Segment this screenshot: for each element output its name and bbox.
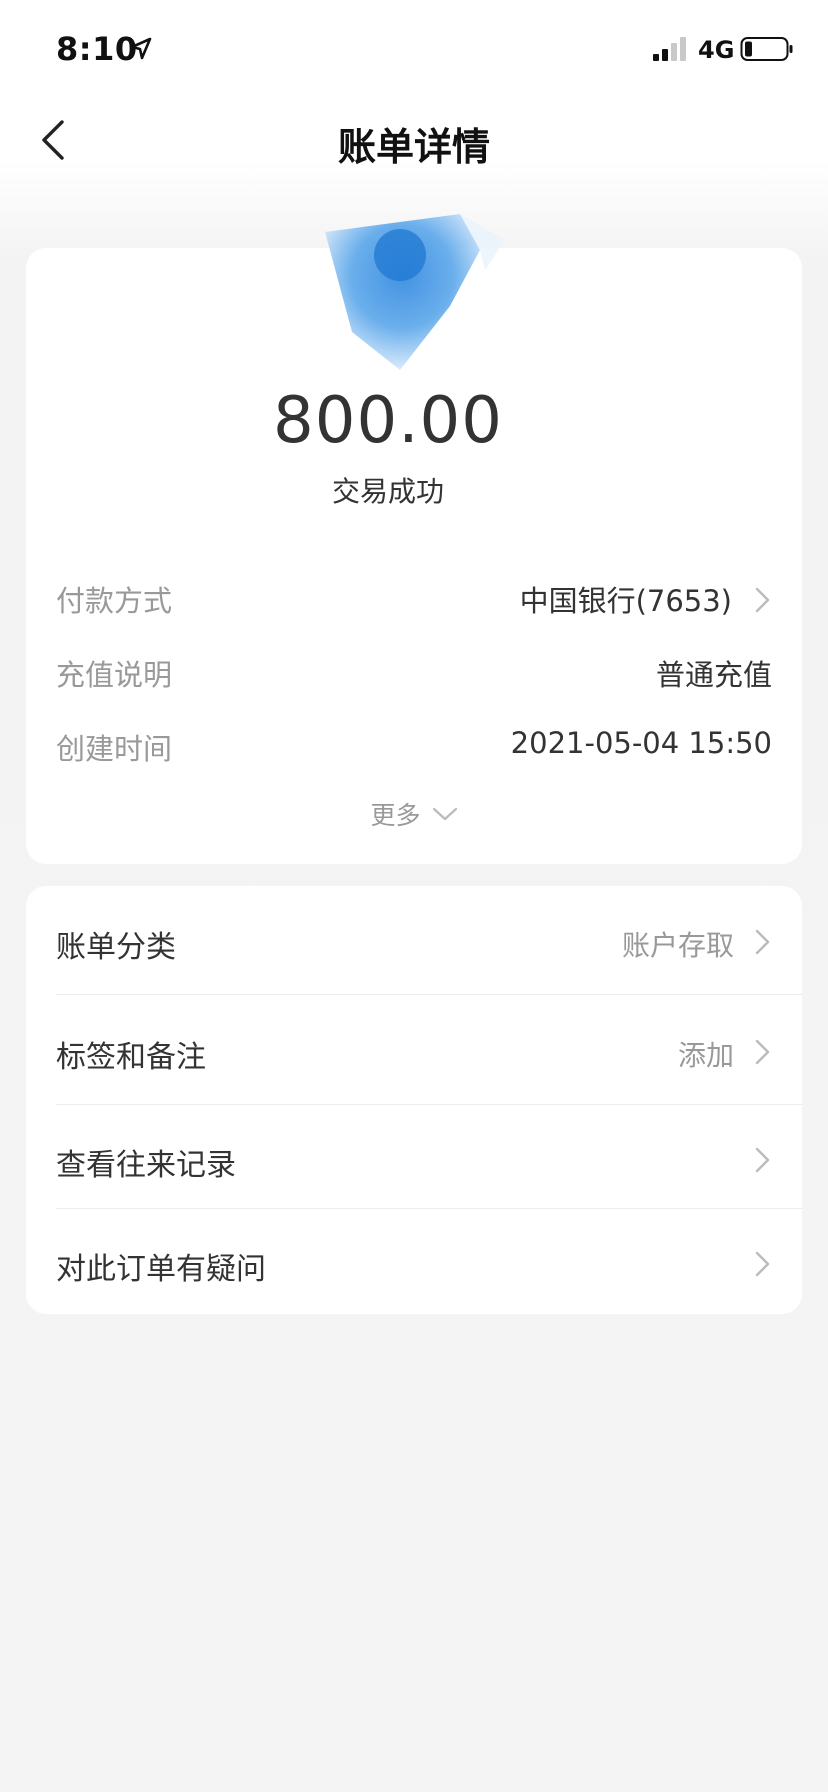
menu-value: 账户存取 <box>621 929 734 962</box>
merchant-logo <box>325 214 505 370</box>
divider <box>56 994 802 995</box>
status-time: 8:10 <box>56 30 138 68</box>
transaction-status: 交易成功 <box>331 475 444 508</box>
amount: 800.00 <box>273 384 503 458</box>
chevron-right-icon <box>755 587 770 613</box>
detail-row-created-time: 创建时间 2021-05-04 15:50 <box>56 726 772 774</box>
nav-bar: 账单详情 <box>0 100 828 180</box>
detail-value: 中国银行(7653) <box>519 584 732 618</box>
menu-item-bill-category[interactable]: 账单分类 账户存取 <box>56 886 802 994</box>
chevron-right-icon <box>755 929 770 955</box>
detail-label: 创建时间 <box>56 732 173 766</box>
more-button[interactable]: 更多 <box>0 796 828 836</box>
page-title: 账单详情 <box>337 125 490 169</box>
chevron-right-icon <box>755 1147 770 1173</box>
chevron-down-icon <box>432 807 457 821</box>
chevron-right-icon <box>755 1039 770 1065</box>
menu-label: 查看往来记录 <box>56 1148 236 1183</box>
menu-item-order-question[interactable]: 对此订单有疑问 <box>56 1208 802 1316</box>
menu-item-transaction-records[interactable]: 查看往来记录 <box>56 1104 802 1212</box>
detail-label: 充值说明 <box>56 658 173 692</box>
menu-value: 添加 <box>677 1039 734 1072</box>
detail-row-payment-method[interactable]: 付款方式 中国银行(7653) <box>56 578 772 626</box>
detail-value: 2021-05-04 15:50 <box>510 726 772 760</box>
location-arrow-icon <box>130 37 152 60</box>
detail-label: 付款方式 <box>56 584 173 618</box>
status-bar: 8:10 4G <box>0 0 828 100</box>
menu-label: 标签和备注 <box>56 1040 206 1075</box>
chevron-right-icon <box>755 1251 770 1277</box>
menu-label: 对此订单有疑问 <box>56 1252 266 1287</box>
signal-icon <box>653 37 686 61</box>
network-label: 4G <box>698 36 735 64</box>
detail-value: 普通充值 <box>655 658 772 692</box>
more-label: 更多 <box>370 801 421 830</box>
menu-label: 账单分类 <box>56 930 176 965</box>
menu-item-tags-notes[interactable]: 标签和备注 添加 <box>56 996 802 1104</box>
battery-icon <box>740 37 793 61</box>
bill-detail-page: 8:10 4G 账单详情 800.00 交易成功 付款方式 中国银行(7653)… <box>0 0 828 1792</box>
detail-row-recharge-note: 充值说明 普通充值 <box>56 652 772 700</box>
